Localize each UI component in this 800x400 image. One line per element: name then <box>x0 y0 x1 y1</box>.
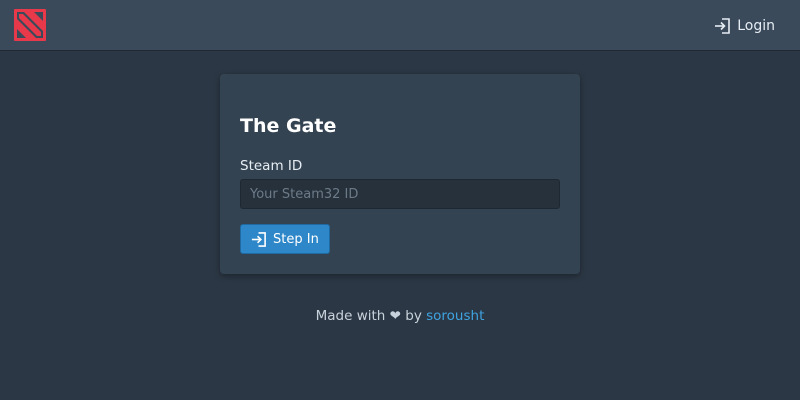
step-in-button[interactable]: Step In <box>240 224 330 254</box>
footer-by: by <box>405 308 422 324</box>
login-link[interactable]: Login <box>713 15 775 37</box>
top-navbar: Login <box>0 0 800 50</box>
sign-in-icon <box>251 231 266 247</box>
footer-prefix: Made with <box>315 308 386 324</box>
login-label: Login <box>737 18 775 34</box>
steam-id-label: Steam ID <box>240 158 303 174</box>
heart-icon: ❤ <box>389 308 401 324</box>
gate-card: The Gate Steam ID Step In <box>220 74 580 274</box>
sign-in-icon <box>715 18 731 34</box>
step-in-label: Step In <box>273 231 319 247</box>
steam-id-input[interactable] <box>240 179 560 209</box>
author-link[interactable]: sorousht <box>426 308 484 324</box>
dota-logo-icon[interactable] <box>14 9 46 41</box>
card-title: The Gate <box>240 115 337 137</box>
footer: Made with ❤ by sorousht <box>0 306 800 326</box>
